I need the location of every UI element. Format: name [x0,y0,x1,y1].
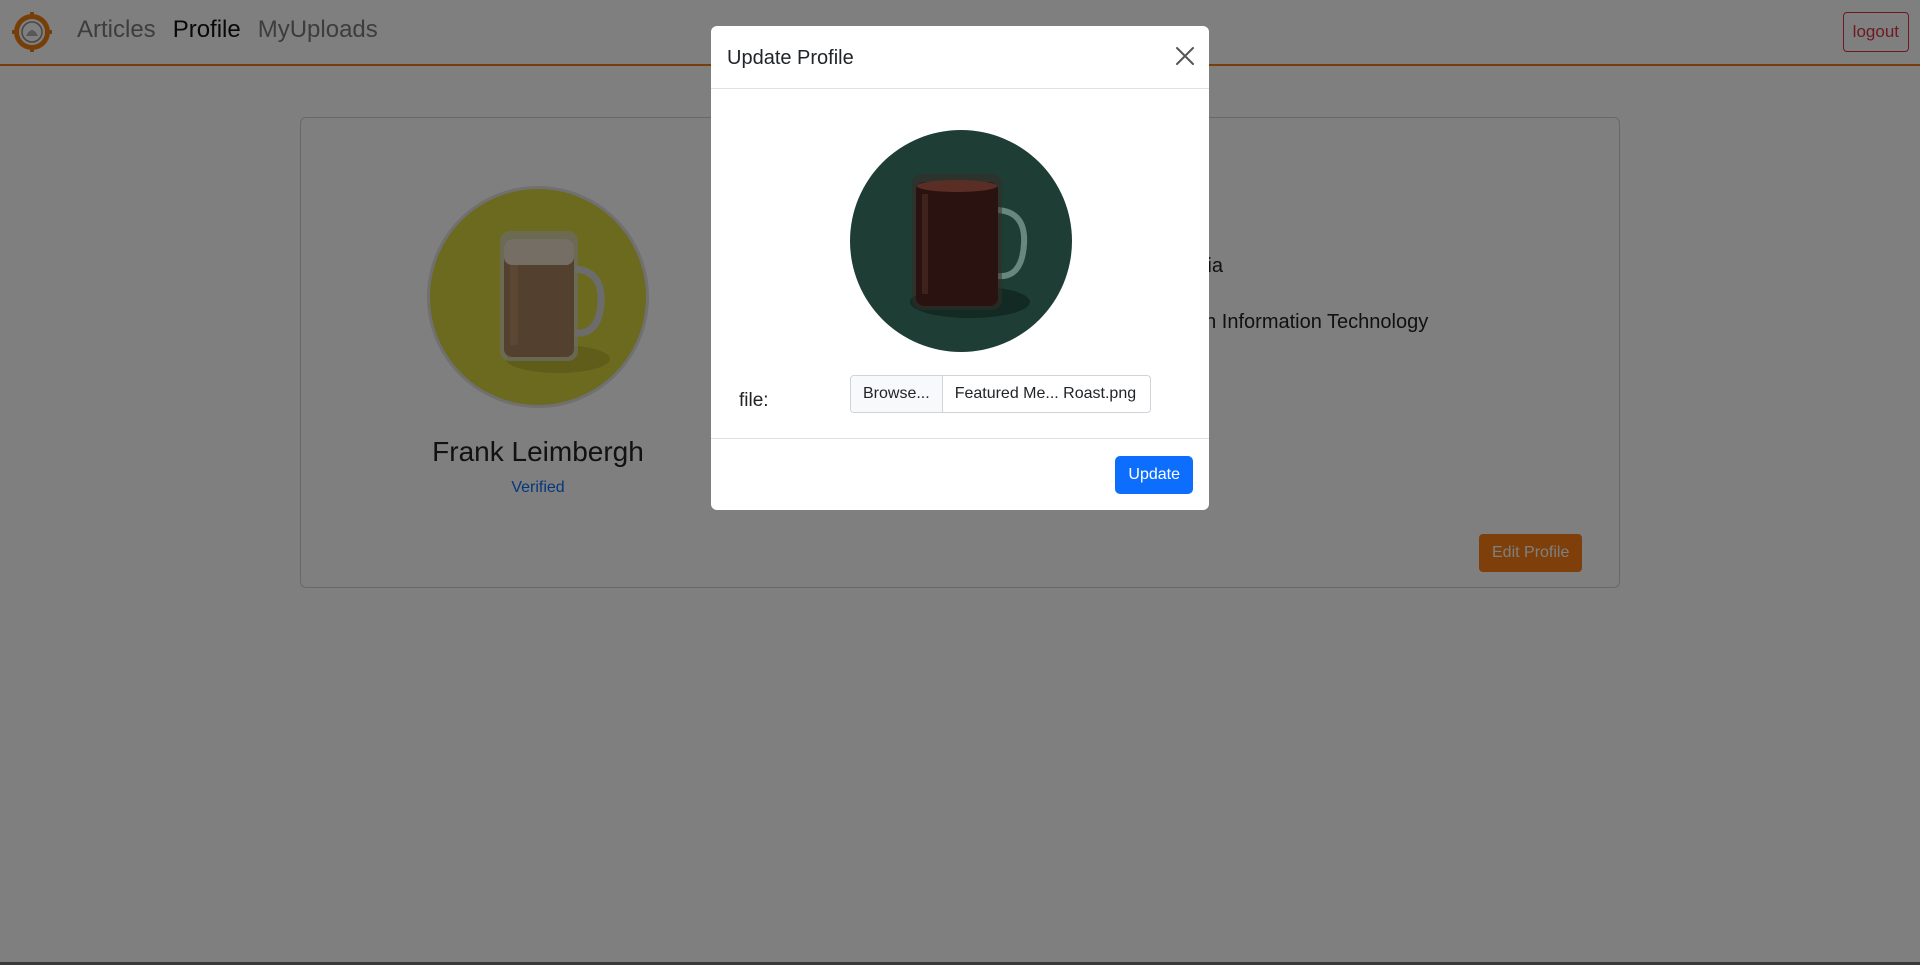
file-input[interactable]: Browse... Featured Me... Roast.png [850,375,1151,413]
modal-footer: Update [711,438,1209,510]
update-button[interactable]: Update [1115,456,1193,494]
browse-button[interactable]: Browse... [851,376,943,412]
modal-title: Update Profile [727,47,854,69]
update-profile-modal: Update Profile file: Browse... Featured … [711,26,1209,510]
file-label: file: [739,390,769,411]
selected-file-name: Featured Me... Roast.png [954,385,1137,402]
modal-header: Update Profile [711,26,1209,89]
close-icon[interactable] [1173,44,1197,68]
avatar-preview [850,130,1072,352]
